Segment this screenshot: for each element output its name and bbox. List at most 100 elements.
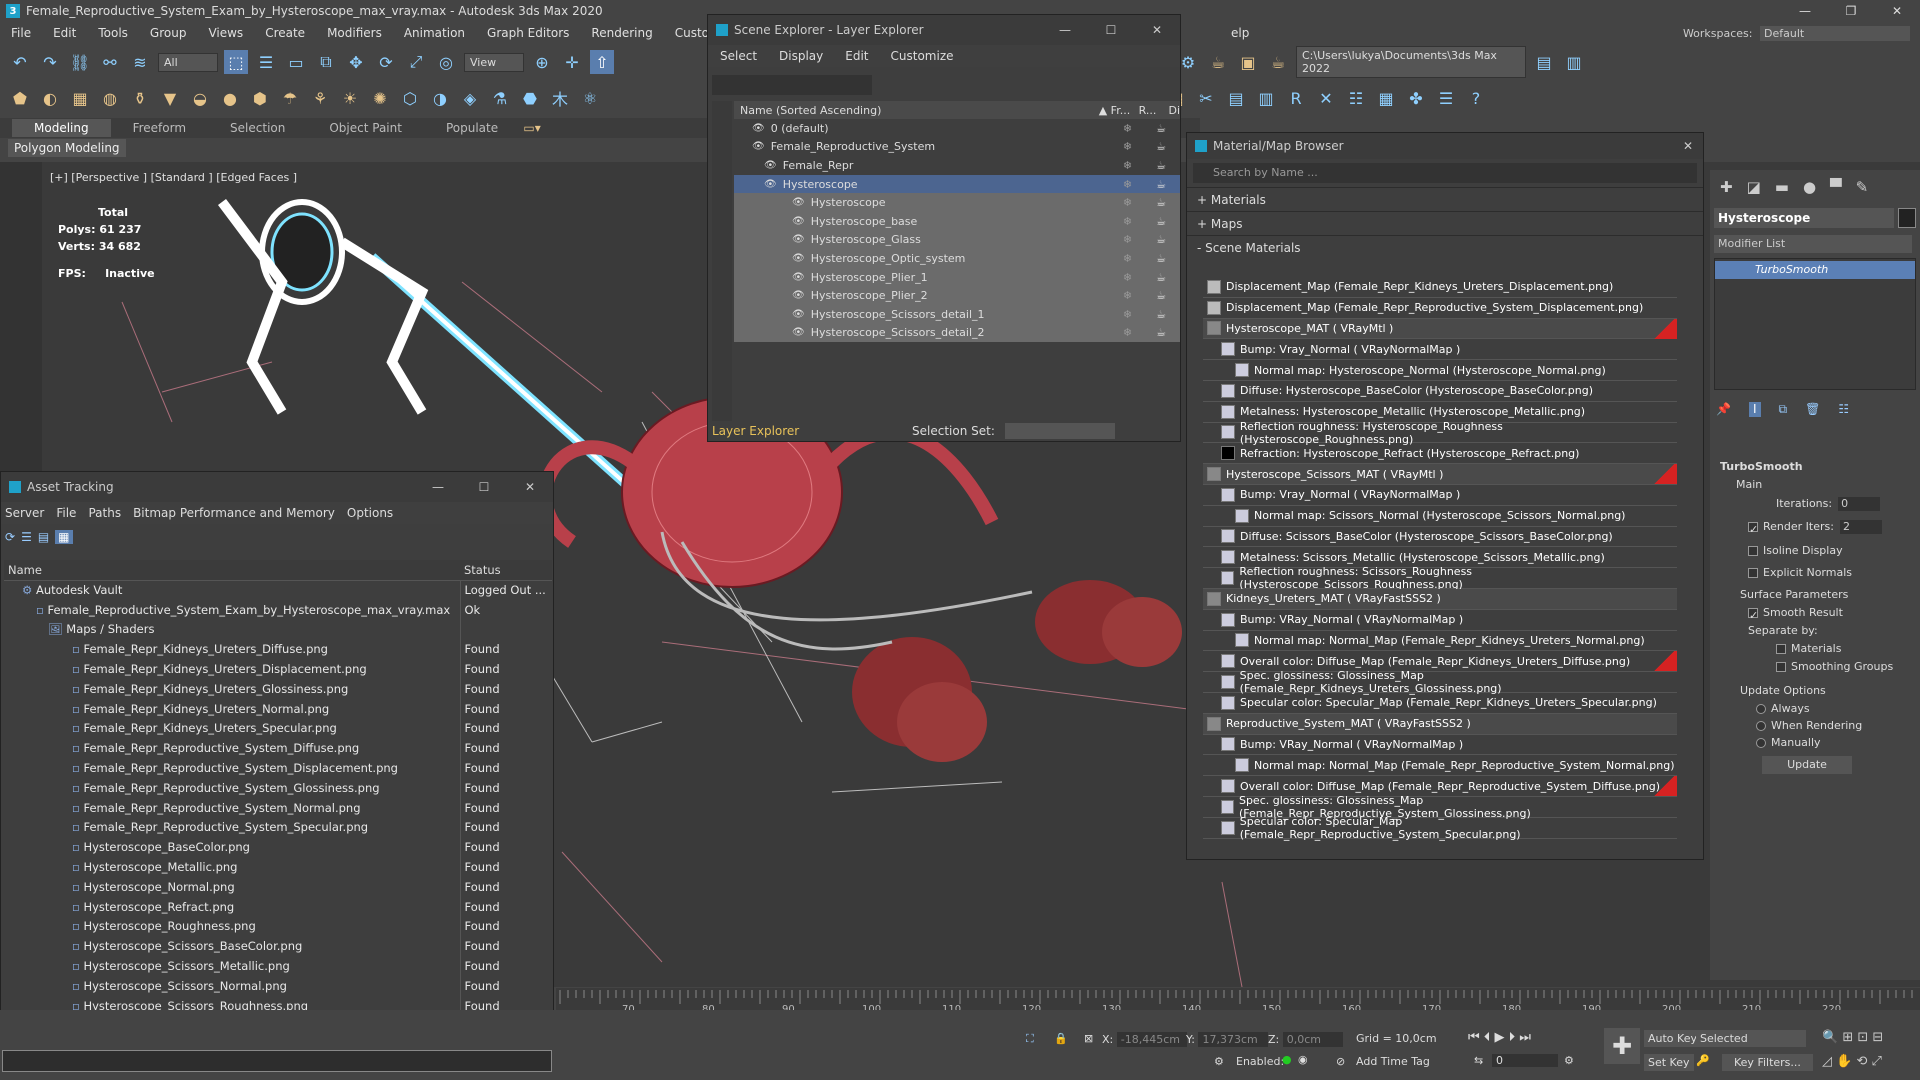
render-teapot-icon[interactable]: ☕: [1156, 326, 1166, 339]
section-scene-materials[interactable]: - Scene Materials: [1187, 235, 1703, 259]
minimize-icon[interactable]: —: [1782, 0, 1828, 22]
table-row[interactable]: ▫ Female_Reproductive_System_Exam_by_Hys…: [4, 599, 552, 620]
motion-tab-icon[interactable]: ●: [1803, 178, 1816, 196]
table-row[interactable]: ▫ Hysteroscope_Metallic.png Found: [4, 857, 552, 877]
render-production-icon[interactable]: ▣: [1236, 50, 1260, 74]
at-col-status[interactable]: Status: [460, 560, 552, 581]
explicit-normals-checkbox[interactable]: [1748, 568, 1758, 578]
zoom-extents-all-icon[interactable]: ⊟: [1872, 1030, 1883, 1045]
freeze-icon[interactable]: ❄: [1123, 252, 1132, 265]
list-icon[interactable]: ☷: [1344, 86, 1368, 110]
zoom-icon[interactable]: 🔍: [1822, 1030, 1838, 1045]
menu-edit[interactable]: Edit: [42, 26, 87, 40]
render-teapot-icon[interactable]: ☕: [1156, 233, 1166, 246]
time-tag-icon[interactable]: ⚙: [1214, 1055, 1224, 1068]
list-item[interactable]: Bump: VRay_Normal ( VRayNormalMap ): [1203, 610, 1677, 631]
at-menu-file[interactable]: File: [56, 506, 76, 520]
maxscript-listener-input[interactable]: [2, 1050, 552, 1072]
list-item[interactable]: Bump: VRay_Normal ( VRayNormalMap ): [1203, 735, 1677, 756]
at-menu-bitmap[interactable]: Bitmap Performance and Memory: [133, 506, 335, 520]
project-path-dropdown[interactable]: C:\Users\lukya\Documents\3ds Max 2022: [1296, 46, 1526, 78]
freeze-icon[interactable]: ❄: [1123, 271, 1132, 284]
visibility-eye-icon[interactable]: 👁: [752, 141, 765, 152]
timeline[interactable]: 7080901001101201301401501601701801902002…: [556, 988, 1920, 1015]
se-col-name[interactable]: Name (Sorted Ascending): [740, 104, 1099, 117]
key-icon[interactable]: 🔑: [1696, 1054, 1710, 1067]
keyboard-shortcut-icon[interactable]: ⇧: [590, 50, 614, 74]
render-teapot-icon[interactable]: ☕: [1156, 308, 1166, 321]
freeze-icon[interactable]: ❄: [1123, 196, 1132, 209]
redo-icon[interactable]: ↷: [38, 50, 62, 74]
create-cylinder-icon[interactable]: ◍: [98, 86, 122, 110]
smooth-result-checkbox[interactable]: ✓: [1748, 608, 1758, 622]
table-row[interactable]: ▫ Female_Repr_Kidneys_Ureters_Specular.p…: [4, 718, 552, 739]
tools-icon[interactable]: ✂: [1194, 86, 1218, 110]
visibility-eye-icon[interactable]: 👁: [792, 327, 805, 338]
create-teapot-icon[interactable]: ⚱: [128, 86, 152, 110]
selection-filter-dropdown[interactable]: All: [158, 52, 218, 72]
table-row[interactable]: ▫ Female_Repr_Reproductive_System_Specul…: [4, 817, 552, 838]
render-teapot-icon[interactable]: ☕: [1156, 159, 1166, 172]
render-teapot-icon[interactable]: ☕: [1156, 215, 1166, 228]
freeze-icon[interactable]: ❄: [1123, 326, 1132, 339]
se-menu-display[interactable]: Display: [779, 49, 823, 63]
create-system-icon[interactable]: ⚛: [578, 86, 602, 110]
list-item[interactable]: Refraction: Hysteroscope_Refract (Hyster…: [1203, 443, 1677, 465]
tab-selection[interactable]: Selection: [208, 121, 307, 135]
select-by-name-icon[interactable]: ☰: [254, 50, 278, 74]
project-folder-icon[interactable]: ▤: [1532, 50, 1556, 74]
rollout-title[interactable]: TurboSmooth: [1720, 460, 1803, 473]
at-col-name[interactable]: Name: [4, 560, 460, 581]
zoom-all-icon[interactable]: ⊞: [1842, 1030, 1853, 1045]
close-icon[interactable]: ✕: [1673, 139, 1703, 153]
render-teapot-icon[interactable]: ☕: [1156, 271, 1166, 284]
freeze-icon[interactable]: ❄: [1123, 159, 1132, 172]
se-col-render[interactable]: R...: [1139, 104, 1169, 117]
create-shape-icon[interactable]: ◐: [38, 86, 62, 110]
show-end-result-icon[interactable]: I: [1748, 402, 1761, 417]
menu-graph-editors[interactable]: Graph Editors: [476, 26, 580, 40]
se-row[interactable]: 👁 Hysteroscope_base ❄ ☕: [734, 212, 1180, 231]
create-spacewarp-icon[interactable]: ⬣: [518, 86, 542, 110]
tab-populate[interactable]: Populate: [424, 121, 520, 135]
remove-modifier-icon[interactable]: 🗑: [1805, 402, 1820, 417]
stack-item-turbosmooth[interactable]: TurboSmooth: [1715, 261, 1915, 279]
menu-views[interactable]: Views: [197, 26, 254, 40]
prev-frame-icon[interactable]: ⏴: [1484, 1030, 1491, 1045]
table-row[interactable]: ▫ Hysteroscope_Scissors_Normal.png Found: [4, 975, 552, 996]
table-row[interactable]: ▫ Female_Repr_Reproductive_System_Normal…: [4, 797, 552, 818]
selected-dropdown[interactable]: Selected: [1696, 1030, 1806, 1047]
isolate-icon[interactable]: ⛶: [1026, 1032, 1034, 1046]
create-torus-icon[interactable]: ◑: [428, 86, 452, 110]
list-item[interactable]: Bump: Vray_Normal ( VRayNormalMap ): [1203, 339, 1677, 361]
list-item[interactable]: Reflection roughness: Scissors_Roughness…: [1203, 565, 1677, 591]
se-row[interactable]: 👁 Hysteroscope_Plier_2 ❄ ☕: [734, 286, 1180, 305]
list-item[interactable]: Kidneys_Ureters_MAT ( VRayFastSSS2 ): [1203, 589, 1677, 610]
list-item[interactable]: Diffuse: Hysteroscope_BaseColor (Hystero…: [1203, 381, 1677, 402]
create-particles-icon[interactable]: ⚘: [308, 86, 332, 110]
table-row[interactable]: ▫ Hysteroscope_Roughness.png Found: [4, 916, 552, 937]
list-item[interactable]: Hysteroscope_Scissors_MAT ( VRayMtl ): [1203, 464, 1677, 485]
table-row[interactable]: ▫ Female_Repr_Kidneys_Ureters_Displaceme…: [4, 659, 552, 679]
z-coord-field[interactable]: 0,0cm: [1282, 1032, 1343, 1047]
undo-icon[interactable]: ↶: [8, 50, 32, 74]
create-poly-icon[interactable]: ⬡: [398, 86, 422, 110]
table-row[interactable]: ▫ Female_Repr_Reproductive_System_Glossi…: [4, 777, 552, 798]
se-row[interactable]: 👁 Hysteroscope_Plier_1 ❄ ☕: [734, 267, 1180, 287]
se-row[interactable]: 👁 Hysteroscope_Glass ❄ ☕: [734, 230, 1180, 250]
link-icon[interactable]: ⛓: [68, 50, 92, 74]
visibility-eye-icon[interactable]: 👁: [792, 290, 805, 301]
table-row[interactable]: ▫ Female_Repr_Kidneys_Ureters_Normal.png…: [4, 698, 552, 719]
table-row[interactable]: ▫ Hysteroscope_BaseColor.png Found: [4, 837, 552, 858]
set-key-button[interactable]: Set Key: [1644, 1054, 1694, 1071]
materials-checkbox[interactable]: [1776, 644, 1786, 654]
add-time-tag-icon[interactable]: ⊘: [1336, 1055, 1345, 1068]
schematic-icon[interactable]: ▤: [1224, 86, 1248, 110]
render-iters-checkbox[interactable]: ✓: [1748, 522, 1758, 536]
table-row[interactable]: ▫ Hysteroscope_Scissors_BaseColor.png Fou…: [4, 936, 552, 957]
se-row[interactable]: 👁 Hysteroscope_Scissors_detail_1 ❄ ☕: [734, 305, 1180, 324]
go-to-end-icon[interactable]: ⏭: [1519, 1030, 1531, 1045]
section-materials[interactable]: + Materials: [1187, 187, 1703, 211]
menu-rendering[interactable]: Rendering: [580, 26, 663, 40]
maximize-viewport-icon[interactable]: ⤢: [1872, 1054, 1882, 1069]
